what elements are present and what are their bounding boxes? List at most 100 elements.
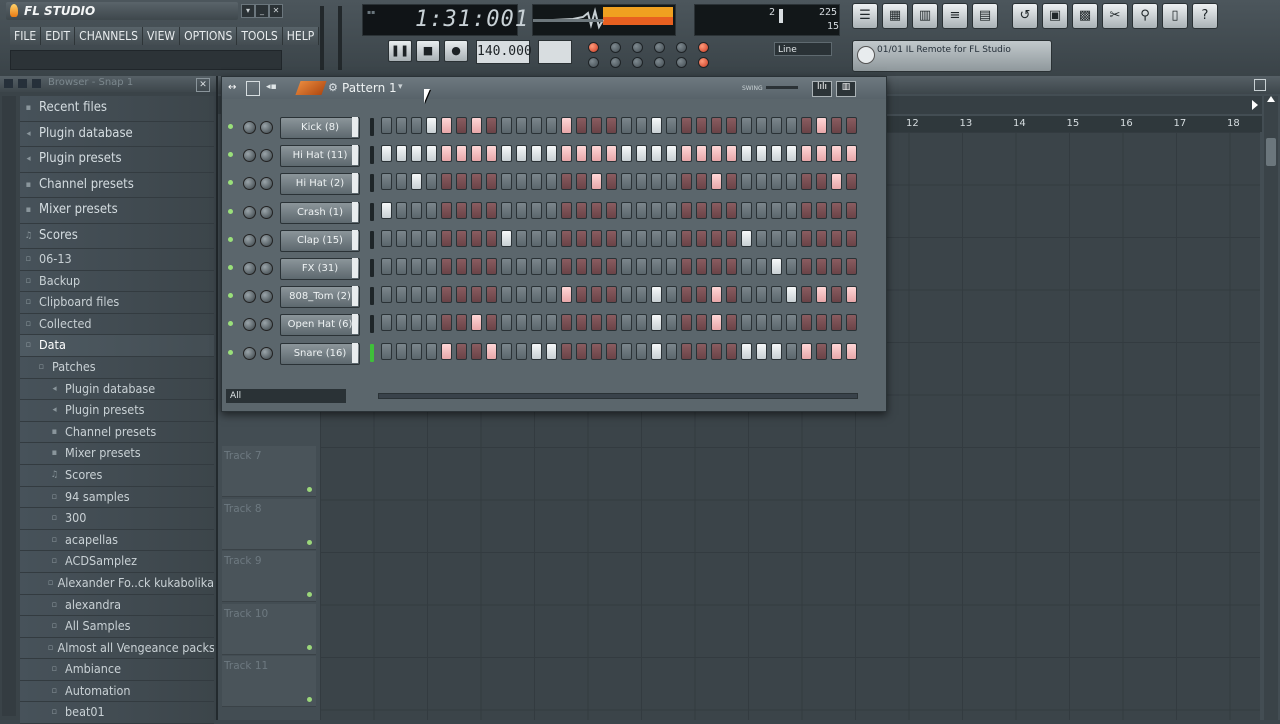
step-button[interactable] xyxy=(531,117,542,134)
mute-led-icon[interactable] xyxy=(228,208,233,214)
step-button[interactable] xyxy=(681,173,692,191)
step-button[interactable] xyxy=(771,229,782,247)
step-button[interactable] xyxy=(591,173,602,191)
step-button[interactable] xyxy=(516,145,527,163)
step-button[interactable] xyxy=(651,314,662,332)
track-header[interactable]: Track 8 xyxy=(222,498,316,550)
step-button[interactable] xyxy=(426,145,437,163)
step-button[interactable] xyxy=(846,229,857,247)
step-button[interactable] xyxy=(666,173,677,191)
step-button[interactable] xyxy=(606,258,617,275)
step-button[interactable] xyxy=(471,286,482,304)
step-button[interactable] xyxy=(606,173,617,191)
led-icon[interactable] xyxy=(654,42,665,53)
step-button[interactable] xyxy=(741,201,752,219)
step-button[interactable] xyxy=(411,173,422,191)
step-button[interactable] xyxy=(816,314,827,332)
step-button[interactable] xyxy=(771,201,782,219)
channel-button[interactable]: FX (31) xyxy=(280,258,360,280)
step-button[interactable] xyxy=(771,173,782,191)
step-button[interactable] xyxy=(831,342,842,360)
step-button[interactable] xyxy=(666,145,677,163)
step-button[interactable] xyxy=(786,286,797,304)
save-icon[interactable]: ▣ xyxy=(1042,3,1068,29)
step-button[interactable] xyxy=(711,342,722,360)
step-button[interactable] xyxy=(411,258,422,275)
channel-level-slider[interactable] xyxy=(352,173,358,194)
step-seq-icon[interactable]: ▥ xyxy=(912,3,938,29)
browser-item[interactable]: ▫ ACDSamplez xyxy=(20,551,214,573)
step-button[interactable] xyxy=(576,229,587,247)
step-button[interactable] xyxy=(726,314,737,332)
step-button[interactable] xyxy=(486,117,497,134)
step-button[interactable] xyxy=(486,173,497,191)
channel-level-slider[interactable] xyxy=(352,201,358,222)
step-button[interactable] xyxy=(621,286,632,304)
browser-item[interactable]: ▫ All Samples xyxy=(20,616,214,638)
step-button[interactable] xyxy=(756,342,767,360)
led-icon[interactable] xyxy=(588,42,599,53)
playlist-vscroll[interactable] xyxy=(1264,96,1278,720)
step-button[interactable] xyxy=(756,258,767,275)
step-button[interactable] xyxy=(546,201,557,219)
channel-button[interactable]: Open Hat (6) xyxy=(280,314,360,337)
step-button[interactable] xyxy=(441,286,452,304)
step-button[interactable] xyxy=(471,145,482,163)
step-button[interactable] xyxy=(456,314,467,332)
step-button[interactable] xyxy=(846,117,857,134)
step-button[interactable] xyxy=(471,258,482,275)
step-button[interactable] xyxy=(471,173,482,191)
channel-level-slider[interactable] xyxy=(352,314,358,335)
step-button[interactable] xyxy=(471,117,482,134)
step-button[interactable] xyxy=(801,342,812,360)
scroll-right-icon[interactable] xyxy=(1252,100,1258,110)
step-button[interactable] xyxy=(771,286,782,304)
step-button[interactable] xyxy=(771,342,782,360)
step-button[interactable] xyxy=(741,286,752,304)
step-button[interactable] xyxy=(561,201,572,219)
step-button[interactable] xyxy=(606,201,617,219)
channel-select-indicator[interactable] xyxy=(370,230,374,249)
step-button[interactable] xyxy=(726,229,737,247)
track-led-icon[interactable] xyxy=(307,644,312,650)
step-button[interactable] xyxy=(486,314,497,332)
step-button[interactable] xyxy=(726,286,737,304)
step-button[interactable] xyxy=(441,145,452,163)
step-button[interactable] xyxy=(381,117,392,134)
track-header[interactable]: Track 9 xyxy=(222,551,316,602)
step-button[interactable] xyxy=(441,173,452,191)
led-icon[interactable] xyxy=(632,57,643,68)
step-button[interactable] xyxy=(486,145,497,163)
step-button[interactable] xyxy=(741,229,752,247)
step-button[interactable] xyxy=(606,229,617,247)
step-button[interactable] xyxy=(591,314,602,332)
step-button[interactable] xyxy=(756,117,767,134)
step-button[interactable] xyxy=(711,201,722,219)
step-button[interactable] xyxy=(666,258,677,275)
step-button[interactable] xyxy=(561,117,572,134)
channel-select-indicator[interactable] xyxy=(370,287,374,306)
step-button[interactable] xyxy=(756,229,767,247)
step-button[interactable] xyxy=(696,286,707,304)
step-button[interactable] xyxy=(441,342,452,360)
playlist-icon[interactable]: ☰ xyxy=(852,3,878,29)
undo-icon[interactable]: ↺ xyxy=(1012,3,1038,29)
step-button[interactable] xyxy=(426,201,437,219)
step-button[interactable] xyxy=(741,342,752,360)
menu-channels[interactable]: CHANNELS xyxy=(75,27,144,45)
step-button[interactable] xyxy=(396,286,407,304)
volume-knob[interactable] xyxy=(260,205,273,219)
browser-item[interactable]: ▫ Collected xyxy=(20,313,214,336)
step-button[interactable] xyxy=(576,145,587,163)
step-button[interactable] xyxy=(471,314,482,332)
channel-level-slider[interactable] xyxy=(352,229,358,250)
step-button[interactable] xyxy=(546,286,557,304)
step-button[interactable] xyxy=(741,173,752,191)
mute-led-icon[interactable] xyxy=(228,293,233,299)
browser-scrollbar[interactable] xyxy=(2,96,16,716)
step-button[interactable] xyxy=(561,314,572,332)
step-button[interactable] xyxy=(501,314,512,332)
channel-level-slider[interactable] xyxy=(352,117,358,137)
browser-item[interactable]: ▫ 94 samples xyxy=(20,486,214,509)
browser-item[interactable]: ▫ Backup xyxy=(20,270,214,293)
